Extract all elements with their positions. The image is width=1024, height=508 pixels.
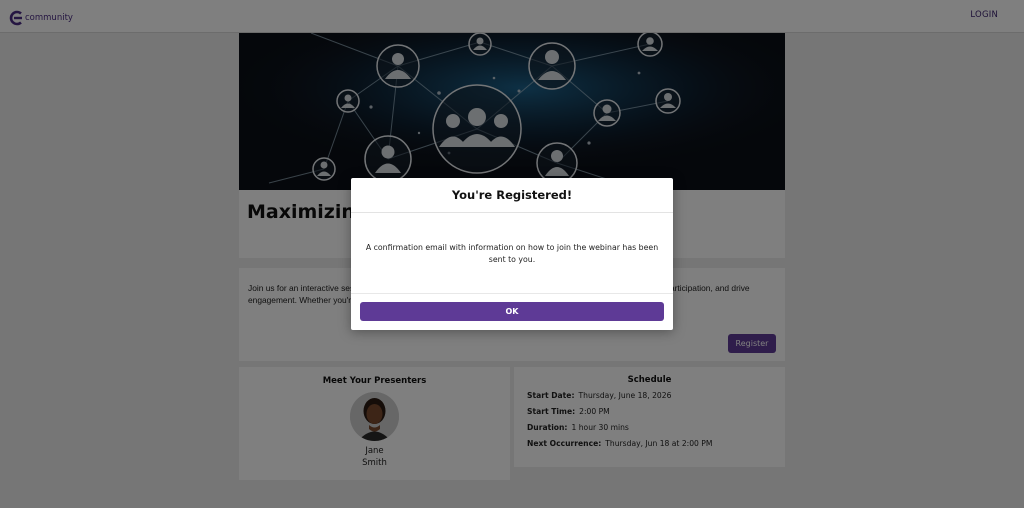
registration-confirmation-dialog: You're Registered! A confirmation email … <box>351 178 673 330</box>
dialog-divider <box>351 212 673 213</box>
ok-button[interactable]: OK <box>360 302 664 321</box>
dialog-title: You're Registered! <box>451 188 573 202</box>
dialog-message: A confirmation email with information on… <box>365 243 659 264</box>
dialog-divider <box>351 293 673 294</box>
